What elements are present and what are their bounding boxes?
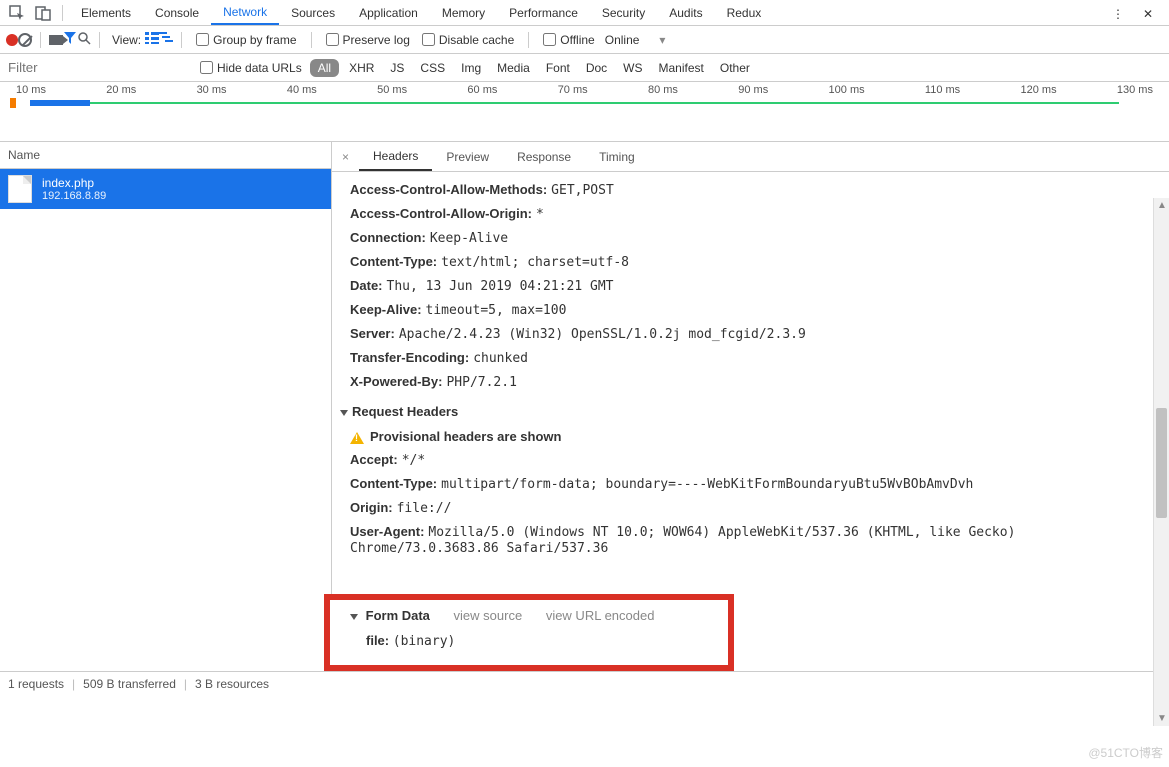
group-by-frame-checkbox[interactable]: Group by frame bbox=[196, 33, 296, 47]
tab-application[interactable]: Application bbox=[347, 2, 430, 24]
form-field-value: (binary) bbox=[393, 634, 456, 649]
request-host: 192.168.8.89 bbox=[42, 190, 106, 202]
view-label: View: bbox=[112, 33, 141, 47]
status-requests: 1 requests bbox=[8, 677, 64, 691]
request-row[interactable]: index.php 192.168.8.89 bbox=[0, 169, 331, 209]
name-column-header[interactable]: Name bbox=[0, 142, 331, 169]
scroll-up-icon[interactable]: ▲ bbox=[1157, 200, 1167, 211]
filter-other[interactable]: Other bbox=[714, 59, 756, 77]
details-tabs: × Headers Preview Response Timing bbox=[332, 142, 1169, 172]
warning-icon bbox=[350, 432, 364, 444]
view-url-encoded-link[interactable]: view URL encoded bbox=[546, 608, 655, 623]
filter-img[interactable]: Img bbox=[455, 59, 487, 77]
filter-css[interactable]: CSS bbox=[414, 59, 451, 77]
filter-manifest[interactable]: Manifest bbox=[653, 59, 710, 77]
record-button[interactable] bbox=[6, 34, 18, 46]
filter-media[interactable]: Media bbox=[491, 59, 536, 77]
request-details: × Headers Preview Response Timing Access… bbox=[332, 142, 1169, 671]
tab-redux[interactable]: Redux bbox=[715, 2, 774, 24]
tab-audits[interactable]: Audits bbox=[657, 2, 714, 24]
preserve-log-checkbox[interactable]: Preserve log bbox=[326, 33, 410, 47]
tab-elements[interactable]: Elements bbox=[69, 2, 143, 24]
tab-sources[interactable]: Sources bbox=[279, 2, 347, 24]
panel-tabs: Elements Console Network Sources Applica… bbox=[69, 0, 773, 26]
filter-xhr[interactable]: XHR bbox=[343, 59, 380, 77]
waterfall-icon[interactable] bbox=[159, 32, 173, 47]
capture-screenshots-icon[interactable] bbox=[49, 35, 63, 45]
search-icon[interactable] bbox=[77, 31, 91, 48]
hide-data-urls-checkbox[interactable]: Hide data URLs bbox=[200, 61, 302, 75]
form-field-key: file: bbox=[366, 633, 389, 648]
tab-preview[interactable]: Preview bbox=[432, 144, 503, 170]
requests-list: Name index.php 192.168.8.89 bbox=[0, 142, 332, 671]
tab-security[interactable]: Security bbox=[590, 2, 657, 24]
clear-button[interactable] bbox=[18, 33, 32, 47]
disable-cache-checkbox[interactable]: Disable cache bbox=[422, 33, 514, 47]
timeline[interactable]: 10 ms20 ms30 ms 40 ms50 ms60 ms 70 ms80 … bbox=[0, 82, 1169, 142]
status-resources: 3 B resources bbox=[195, 677, 269, 691]
chevron-down-icon[interactable]: ▾ bbox=[659, 33, 665, 47]
separator bbox=[62, 5, 63, 21]
device-toggle-icon[interactable] bbox=[32, 2, 54, 24]
main-panel: Name index.php 192.168.8.89 × Headers Pr… bbox=[0, 142, 1169, 672]
tab-memory[interactable]: Memory bbox=[430, 2, 497, 24]
throttle-select[interactable]: Online bbox=[605, 33, 640, 47]
tab-console[interactable]: Console bbox=[143, 2, 211, 24]
network-toolbar: View: Group by frame Preserve log Disabl… bbox=[0, 26, 1169, 54]
filter-bar: Hide data URLs All XHR JS CSS Img Media … bbox=[0, 54, 1169, 82]
snippet-form-data-highlight: Form Data view source view URL encoded f… bbox=[332, 594, 734, 671]
timeline-bar bbox=[90, 102, 1119, 104]
scrollbar[interactable]: ▲ ▼ bbox=[1153, 198, 1169, 726]
headers-body[interactable]: Access-Control-Allow-Methods:GET,POST Ac… bbox=[332, 172, 1169, 671]
form-data-section[interactable]: Form Data bbox=[366, 608, 430, 623]
status-transferred: 509 B transferred bbox=[83, 677, 176, 691]
document-icon bbox=[8, 175, 32, 203]
more-icon[interactable]: ⋮ bbox=[1107, 3, 1129, 25]
request-filename: index.php bbox=[42, 176, 106, 190]
tab-headers[interactable]: Headers bbox=[359, 143, 432, 171]
offline-checkbox[interactable]: Offline bbox=[543, 33, 594, 47]
request-headers-section[interactable]: Request Headers bbox=[340, 394, 1151, 425]
large-rows-icon[interactable] bbox=[145, 32, 159, 47]
scrollbar-thumb[interactable] bbox=[1156, 408, 1167, 518]
filter-ws[interactable]: WS bbox=[617, 59, 648, 77]
view-source-link[interactable]: view source bbox=[454, 608, 523, 623]
scroll-down-icon[interactable]: ▼ bbox=[1157, 713, 1167, 724]
filter-input[interactable] bbox=[4, 58, 194, 77]
timeline-ticks: 10 ms20 ms30 ms 40 ms50 ms60 ms 70 ms80 … bbox=[0, 82, 1169, 98]
filter-doc[interactable]: Doc bbox=[580, 59, 613, 77]
devtools-tabbar: Elements Console Network Sources Applica… bbox=[0, 0, 1169, 26]
tab-performance[interactable]: Performance bbox=[497, 2, 590, 24]
status-bar: 1 requests | 509 B transferred | 3 B res… bbox=[0, 672, 1169, 696]
close-details-icon[interactable]: × bbox=[332, 150, 359, 164]
close-devtools-icon[interactable]: ✕ bbox=[1137, 3, 1159, 25]
tab-network[interactable]: Network bbox=[211, 1, 279, 25]
inspect-icon[interactable] bbox=[6, 2, 28, 24]
filter-js[interactable]: JS bbox=[384, 59, 410, 77]
filter-all[interactable]: All bbox=[310, 59, 339, 77]
filter-font[interactable]: Font bbox=[540, 59, 576, 77]
tab-timing[interactable]: Timing bbox=[585, 144, 649, 170]
provisional-warning: Provisional headers are shown bbox=[370, 429, 561, 444]
watermark: @51CTO博客 bbox=[1088, 744, 1163, 761]
tab-response[interactable]: Response bbox=[503, 144, 585, 170]
